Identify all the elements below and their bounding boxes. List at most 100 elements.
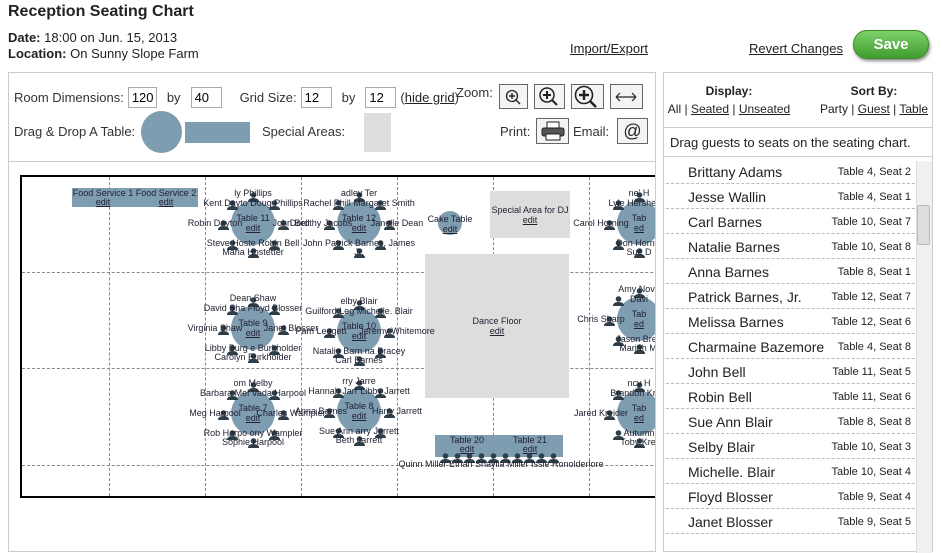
guest-label: Mariah Mi [619,343,655,353]
revert-changes-link[interactable]: Revert Changes [749,41,843,56]
guest-row[interactable]: Janet Blosser Table 9, Seat 5 [666,509,915,534]
guest-row[interactable]: Sue Ann Blair Table 8, Seat 8 [666,409,915,434]
guest-label: Pam Leggett [295,326,347,336]
room-width-input[interactable] [127,87,157,108]
grid-height-input[interactable] [365,87,397,108]
guest-name: Robin Bell [688,389,752,405]
edit-link[interactable]: edit [246,223,261,233]
guest-row[interactable]: Carl Barnes Table 10, Seat 7 [666,209,915,234]
room-canvas[interactable]: Food Service 1 edit Food Service 2 edit Spec… [20,175,655,498]
table-label: Cake Table [427,214,473,224]
grid-line [109,177,110,496]
guest-name: Melissa Barnes [688,314,784,330]
guest-row[interactable]: Charmaine Bazemore Table 4, Seat 8 [666,334,915,359]
guest-label: Dorothy Jacobs [289,218,353,228]
guest-row[interactable]: Brittany Adams Table 4, Seat 2 [666,159,915,184]
edit-link[interactable]: edit [352,223,367,233]
display-all-link[interactable]: All [668,102,681,116]
guest-row[interactable]: John Bell Table 11, Seat 5 [666,359,915,384]
zoom-fit-button[interactable] [609,84,643,109]
grid-width-input[interactable] [300,87,332,108]
display-filter: Display: All | Seated | Unseated [667,84,791,116]
chart-viewport: Food Service 1 edit Food Service 2 edit Spec… [9,161,655,551]
zoom-large-button[interactable] [570,84,604,109]
table-label: Tab [631,309,647,319]
guest-label: Toby Krei [620,437,655,447]
email-button[interactable]: @ [617,118,648,144]
guest-seat: Table 11, Seat 6 [832,391,911,403]
guest-label: Robin Dayton [187,218,243,228]
rect-table-template[interactable] [185,122,250,143]
edit-link[interactable]: ed [634,413,644,423]
drag-table-label: Drag & Drop A Table: [14,124,136,139]
edit-link[interactable]: edit [246,328,261,338]
save-button[interactable]: Save [853,30,929,59]
zoom-small-button[interactable] [498,84,528,109]
edit-link[interactable]: edit [490,326,505,336]
guest-label: Anna Barnes [294,406,348,416]
guest-row[interactable]: Floyd Blosser Table 9, Seat 4 [666,484,915,509]
scrollbar-thumb[interactable] [917,205,930,245]
seating-chart-panel: Room Dimensions: by Grid Size: by (hide … [8,72,656,552]
sort-table-link[interactable]: Table [899,102,928,116]
guest-row[interactable]: Patrick Barnes, Jr. Table 12, Seat 7 [666,284,915,309]
display-seated-link[interactable]: Seated [691,102,729,116]
guest-label: Maria Hostetter [222,247,284,257]
guest-row[interactable]: Robin Bell Table 11, Seat 6 [666,384,915,409]
guest-row[interactable]: Selby Blair Table 10, Seat 3 [666,434,915,459]
arrows-horizontal-icon [615,92,637,101]
guest-row[interactable]: Michelle. Blair Table 10, Seat 4 [666,459,915,484]
edit-link[interactable]: edit [159,197,174,207]
guest-label: Guilford Leg Michelle. Blair [305,306,413,316]
edit-link[interactable]: ed [634,319,644,329]
guest-label: Jared Kreider [573,408,629,418]
zoom-in-icon [539,86,559,106]
edit-link[interactable]: edit [96,197,111,207]
guest-name: Charmaine Bazemore [688,339,825,355]
guest-label: Rachel Phill Margaret Smith [303,198,415,208]
guest-label: Jeremy Whitemore [359,326,435,336]
guest-seat: Table 4, Seat 1 [837,191,911,203]
guest-label: Hannah Jarr Libby Jarrett [308,386,410,396]
edit-link[interactable]: ed [634,223,644,233]
sort-guest-link[interactable]: Guest [858,102,890,116]
guest-label: Jr. [354,247,364,257]
sort-party-link[interactable]: Party [820,102,848,116]
guest-row[interactable]: Anna Barnes Table 8, Seat 1 [666,259,915,284]
display-unseated-link[interactable]: Unseated [739,102,790,116]
guest-label: Amy Nove [618,284,655,294]
guest-seat: Table 10, Seat 3 [831,441,911,453]
room-height-input[interactable] [190,87,222,108]
hide-grid-link[interactable]: hide grid [405,90,455,105]
guest-seat-icon[interactable] [612,294,624,307]
round-table-template[interactable] [141,111,182,153]
guest-label: Harry Jarrett [371,406,423,416]
guest-seat: Table 8, Seat 8 [837,416,911,428]
table-label: Table 8 [344,401,374,411]
edit-link[interactable]: edit [443,224,458,234]
edit-link[interactable]: edit [352,411,367,421]
guest-label: rry Jarre [342,376,376,386]
print-label: Print: [500,124,531,139]
guest-row[interactable]: Melissa Barnes Table 12, Seat 6 [666,309,915,334]
guest-label: Barbara Mel Vada Harpool [200,388,306,398]
import-export-link[interactable]: Import/Export [570,41,648,56]
guest-row[interactable]: Natalie Barnes Table 10, Seat 8 [666,234,915,259]
long-table-guests: Quinn Miller Ethan Shaylia Miller Issie … [398,459,604,469]
zoom-medium-button[interactable] [533,84,565,109]
special-area-template[interactable] [364,113,391,152]
event-date: Date: 18:00 on Jun. 15, 2013 [8,30,178,45]
guest-row[interactable]: Jesse Wallin Table 4, Seat 1 [666,184,915,209]
guest-label: om Melby [233,378,273,388]
guest-name: Michelle. Blair [688,464,776,480]
guest-label: Meg Harpool [189,408,241,418]
room-dimensions: Room Dimensions: by Grid Size: by (hide … [14,87,459,108]
edit-link[interactable]: edit [523,215,538,225]
guest-seat: Table 10, Seat 7 [831,216,911,228]
print-button[interactable] [536,118,569,144]
email-label: Email: [573,124,610,139]
zoom-in-icon [506,89,521,104]
guest-label: Sue D [626,247,652,257]
guest-label: Carl Barnes [335,355,383,365]
guest-name: Patrick Barnes, Jr. [688,289,802,305]
